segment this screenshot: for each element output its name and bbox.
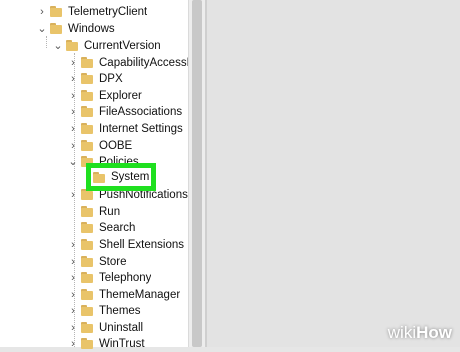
tree-item-windows[interactable]: ⌄ Windows [36, 20, 115, 37]
expand-arrow-icon[interactable]: › [67, 87, 79, 104]
expand-arrow-icon[interactable]: › [67, 186, 79, 203]
folder-icon [81, 222, 93, 233]
collapse-arrow-icon[interactable]: ⌄ [67, 153, 79, 170]
tree-item-label: Explorer [99, 89, 142, 102]
registry-tree: › TelemetryClient ⌄ Windows ⌄ CurrentVer… [0, 0, 188, 350]
tree-connector [67, 219, 79, 236]
tree-item-telephony[interactable]: › Telephony [67, 269, 151, 286]
folder-icon [50, 23, 62, 34]
folder-icon [66, 40, 78, 51]
selected-item-highlight[interactable]: System [86, 163, 156, 191]
collapse-arrow-icon[interactable]: ⌄ [36, 20, 48, 37]
expand-arrow-icon[interactable]: › [67, 269, 79, 286]
folder-icon [81, 206, 93, 217]
tree-item-telemetryclient[interactable]: › TelemetryClient [36, 3, 147, 20]
scrollbar-thumb[interactable] [192, 0, 202, 347]
expand-arrow-icon[interactable]: › [67, 253, 79, 270]
folder-icon [81, 272, 93, 283]
expand-arrow-icon[interactable]: › [67, 286, 79, 303]
tree-item-label: WinTrust [99, 337, 145, 350]
folder-icon [81, 239, 93, 250]
expand-arrow-icon[interactable]: › [67, 103, 79, 120]
tree-item-label: System [111, 171, 150, 183]
tree-item-label: ThemeManager [99, 288, 181, 301]
tree-item-label: TelemetryClient [68, 5, 148, 18]
tree-item-label: FileAssociations [99, 105, 183, 118]
tree-item-fileassociations[interactable]: › FileAssociations [67, 103, 182, 120]
tree-item-label: Telephony [99, 271, 152, 284]
folder-icon [81, 322, 93, 333]
tree-item-uninstall[interactable]: › Uninstall [67, 319, 143, 336]
folder-icon [81, 338, 93, 349]
folder-icon [81, 305, 93, 316]
tree-item-explorer[interactable]: › Explorer [67, 87, 142, 104]
folder-icon [81, 123, 93, 134]
tree-guide-line [46, 36, 47, 48]
folder-icon [50, 6, 62, 17]
tree-item-label: DPX [99, 72, 123, 85]
tree-item-currentversion[interactable]: ⌄ CurrentVersion [52, 37, 161, 54]
folder-icon [81, 106, 93, 117]
expand-arrow-icon[interactable]: › [67, 319, 79, 336]
tree-item-label: Uninstall [99, 321, 144, 334]
tree-item-thememanager[interactable]: › ThemeManager [67, 286, 180, 303]
tree-item-label: Themes [99, 304, 141, 317]
folder-icon [81, 73, 93, 84]
expand-arrow-icon[interactable]: › [67, 236, 79, 253]
expand-arrow-icon[interactable]: › [67, 120, 79, 137]
tree-item-label: Windows [68, 22, 115, 35]
tree-scrollbar[interactable] [188, 0, 205, 347]
tree-item-label: Internet Settings [99, 122, 183, 135]
collapse-arrow-icon[interactable]: ⌄ [52, 37, 64, 54]
values-pane [205, 0, 460, 347]
tree-item-wintrust[interactable]: › WinTrust [67, 335, 145, 352]
expand-arrow-icon[interactable]: › [67, 137, 79, 154]
expand-arrow-icon[interactable]: › [36, 3, 48, 20]
tree-item-system[interactable]: System [91, 168, 149, 186]
tree-item-oobe[interactable]: › OOBE [67, 137, 132, 154]
folder-icon [81, 90, 93, 101]
tree-item-label: OOBE [99, 139, 133, 152]
tree-item-shell-extensions[interactable]: › Shell Extensions [67, 236, 184, 253]
folder-icon [81, 256, 93, 267]
expand-arrow-icon[interactable]: › [67, 54, 79, 71]
tree-item-dpx[interactable]: › DPX [67, 70, 123, 87]
tree-item-label: Shell Extensions [99, 238, 185, 251]
folder-icon [81, 140, 93, 151]
folder-icon [93, 171, 105, 183]
tree-item-themes[interactable]: › Themes [67, 302, 141, 319]
expand-arrow-icon[interactable]: › [67, 70, 79, 87]
tree-connector [67, 203, 79, 220]
tree-item-capabilityaccessm[interactable]: › CapabilityAccessM [67, 54, 188, 71]
expand-arrow-icon[interactable]: › [67, 302, 79, 319]
tree-item-label: Run [99, 205, 121, 218]
tree-item-store[interactable]: › Store [67, 253, 127, 270]
folder-icon [81, 289, 93, 300]
tree-item-search[interactable]: Search [67, 219, 135, 236]
tree-item-label: Store [99, 255, 127, 268]
tree-item-run[interactable]: Run [67, 203, 120, 220]
expand-arrow-icon[interactable]: › [67, 335, 79, 352]
tree-item-label: CapabilityAccessM [99, 56, 188, 69]
wikihow-watermark: wikiHow [387, 323, 452, 342]
folder-icon [81, 57, 93, 68]
tree-item-label: Search [99, 221, 136, 234]
tree-item-internet-settings[interactable]: › Internet Settings [67, 120, 183, 137]
tree-item-label: CurrentVersion [84, 39, 161, 52]
